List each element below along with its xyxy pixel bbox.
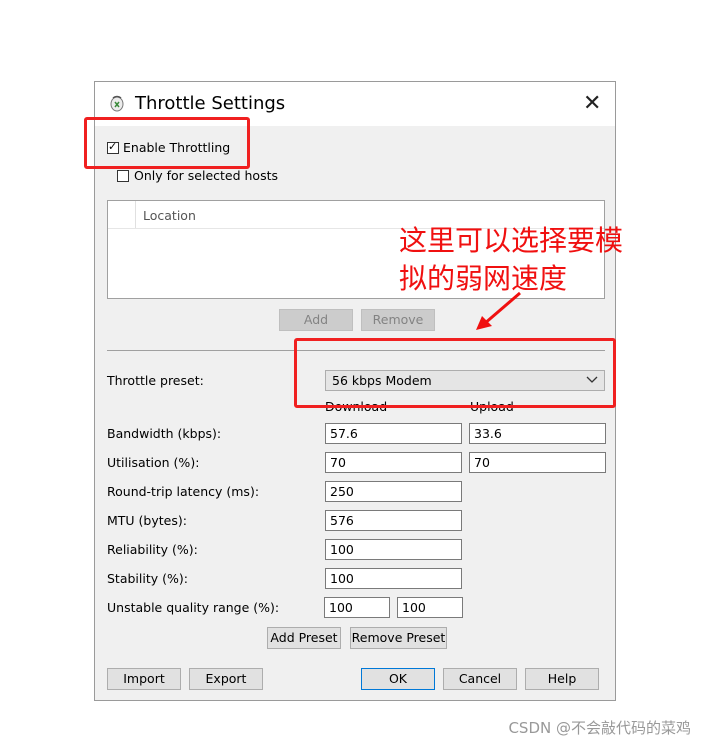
remove-host-button[interactable]: Remove [361, 309, 435, 331]
ok-button[interactable]: OK [361, 668, 435, 690]
utilisation-upload-input[interactable]: 70 [469, 452, 606, 473]
add-preset-button[interactable]: Add Preset [267, 627, 341, 649]
dialog-title: Throttle Settings [135, 93, 286, 114]
unstable-range-label: Unstable quality range (%): [107, 600, 280, 615]
preset-highlight-box [294, 338, 616, 408]
stability-input[interactable]: 100 [325, 568, 462, 589]
app-icon [110, 95, 124, 112]
unstable-range-min-input[interactable]: 100 [324, 597, 390, 618]
selected-hosts-checkbox[interactable] [117, 170, 129, 182]
enable-throttling-highlight-box [84, 117, 250, 169]
annotation-arrow-icon [476, 291, 521, 330]
bandwidth-label: Bandwidth (kbps): [107, 426, 222, 441]
watermark: CSDN @不会敲代码的菜鸡 [508, 719, 691, 737]
cancel-button[interactable]: Cancel [443, 668, 517, 690]
reliability-input[interactable]: 100 [325, 539, 462, 560]
import-button[interactable]: Import [107, 668, 181, 690]
bandwidth-download-input[interactable]: 57.6 [325, 423, 462, 444]
bandwidth-upload-input[interactable]: 33.6 [469, 423, 606, 444]
latency-label: Round-trip latency (ms): [107, 484, 260, 499]
export-button[interactable]: Export [189, 668, 263, 690]
utilisation-label: Utilisation (%): [107, 455, 200, 470]
list-header-divider [135, 201, 136, 228]
annotation-line-1: 这里可以选择要模 [399, 224, 624, 257]
add-host-button[interactable]: Add [279, 309, 353, 331]
mtu-input[interactable]: 576 [325, 510, 462, 531]
stability-label: Stability (%): [107, 571, 188, 586]
utilisation-download-input[interactable]: 70 [325, 452, 462, 473]
location-column-header[interactable]: Location [143, 208, 196, 223]
remove-preset-button[interactable]: Remove Preset [350, 627, 447, 649]
selected-hosts-label: Only for selected hosts [134, 168, 279, 183]
close-icon[interactable]: ✕ [583, 93, 601, 115]
preset-label: Throttle preset: [107, 373, 204, 388]
reliability-label: Reliability (%): [107, 542, 198, 557]
unstable-range-max-input[interactable]: 100 [397, 597, 463, 618]
latency-input[interactable]: 250 [325, 481, 462, 502]
mtu-label: MTU (bytes): [107, 513, 187, 528]
help-button[interactable]: Help [525, 668, 599, 690]
